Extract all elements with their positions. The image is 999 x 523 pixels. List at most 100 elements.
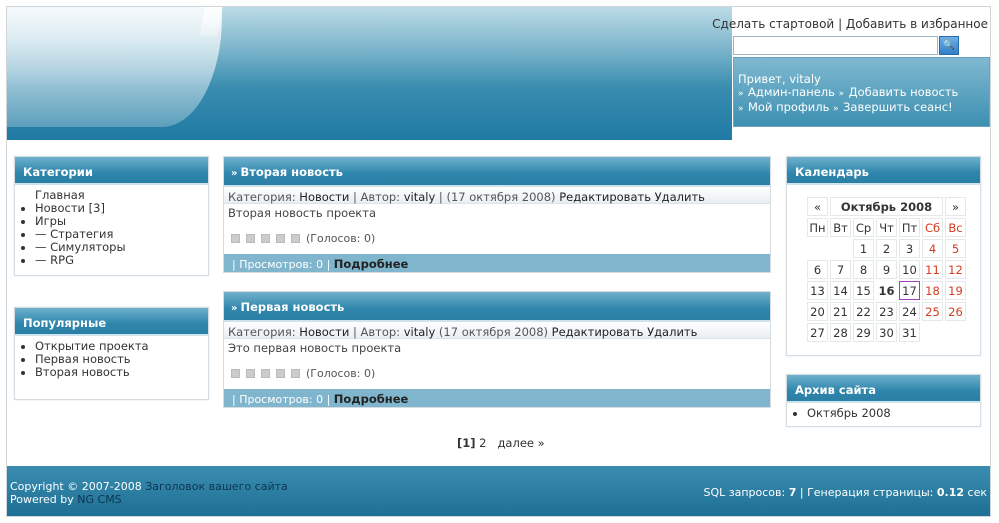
calendar-day[interactable]: 25 [922, 302, 943, 321]
rating-star-icon[interactable] [276, 369, 285, 378]
calendar-day[interactable]: 18 [922, 281, 943, 300]
rating-star-icon[interactable] [291, 369, 300, 378]
calendar-day[interactable]: 21 [830, 302, 851, 321]
calendar-day[interactable]: 5 [945, 239, 966, 258]
calendar-day[interactable]: 12 [945, 260, 966, 279]
sql-queries-count: 7 [788, 486, 797, 499]
popular-item[interactable]: Вторая новость [35, 366, 208, 379]
read-more-link[interactable]: Подробнее [334, 392, 409, 406]
rating-star-icon[interactable] [291, 234, 300, 243]
pagination: [1] 2 далее » [457, 436, 545, 450]
page: Сделать стартовой | Добавить в избранное… [6, 6, 991, 517]
news-title[interactable]: » Первая новость [224, 292, 770, 320]
news-edit-link[interactable]: Редактировать [552, 325, 644, 339]
rating-star-icon[interactable] [261, 369, 270, 378]
calendar-day[interactable]: 28 [830, 323, 851, 342]
rating-star-icon[interactable] [231, 369, 240, 378]
calendar-day[interactable]: 15 [853, 281, 874, 300]
news-body: Это первая новость проекта (Голосов: 0) [224, 339, 770, 389]
calendar-day[interactable]: 31 [899, 323, 920, 342]
calendar-day[interactable]: 19 [945, 281, 966, 300]
news-category-link[interactable]: Новости [299, 190, 349, 204]
calendar-empty-cell [945, 323, 966, 342]
news-author-link[interactable]: vitaly [404, 325, 436, 339]
calendar-prev-month[interactable]: « [807, 197, 828, 216]
footer-cms-link[interactable]: NG CMS [77, 493, 121, 506]
calendar-day[interactable]: 1 [853, 239, 874, 258]
calendar-day[interactable]: 26 [945, 302, 966, 321]
calendar-day[interactable]: 23 [876, 302, 897, 321]
calendar-empty-cell [830, 239, 851, 258]
news-category-link[interactable]: Новости [299, 325, 349, 339]
double-arrow-icon: » [738, 104, 744, 114]
news-delete-link[interactable]: Удалить [655, 190, 705, 204]
news-footer: | Просмотров: 0 | Подробнее [224, 254, 770, 272]
categories-title: Категории [15, 157, 208, 185]
news-title[interactable]: » Вторая новость [224, 157, 770, 185]
calendar-month: Октябрь 2008 [830, 197, 943, 216]
calendar-weekday: Пт [899, 218, 920, 237]
news-author-link[interactable]: vitaly [404, 190, 436, 204]
calendar-day[interactable]: 8 [853, 260, 874, 279]
calendar-day[interactable]: 11 [922, 260, 943, 279]
calendar-day[interactable]: 17 [899, 281, 920, 300]
calendar-day[interactable]: 2 [876, 239, 897, 258]
top-links-separator: | [838, 17, 846, 31]
footer-site-title-link[interactable]: Заголовок вашего сайта [145, 480, 288, 493]
calendar-day[interactable]: 30 [876, 323, 897, 342]
my-profile-link[interactable]: Мой профиль [748, 100, 829, 114]
news-delete-link[interactable]: Удалить [647, 325, 697, 339]
news-text: Вторая новость проекта [228, 206, 376, 220]
news-item: » Вторая новость Категория: Новости | Авт… [223, 156, 771, 273]
rating-star-icon[interactable] [231, 234, 240, 243]
rating-star-icon[interactable] [261, 234, 270, 243]
calendar-weekday: Чт [876, 218, 897, 237]
calendar-day[interactable]: 27 [807, 323, 828, 342]
make-homepage-link[interactable]: Сделать стартовой [712, 17, 834, 31]
double-arrow-icon: » [231, 168, 238, 179]
calendar-day[interactable]: 16 [876, 281, 897, 300]
pager-page-2[interactable]: 2 [479, 436, 486, 450]
calendar-day[interactable]: 13 [807, 281, 828, 300]
double-arrow-icon: » [738, 89, 744, 99]
votes-count: (Голосов: 0) [306, 367, 376, 380]
calendar-weekday: Ср [853, 218, 874, 237]
calendar-day[interactable]: 7 [830, 260, 851, 279]
calendar-next-month[interactable]: » [945, 197, 966, 216]
calendar-table: « Октябрь 2008 » Пн Вт Ср Чт Пт Сб Вс 1 2 3 4 5 6 7 8 9… [805, 195, 968, 344]
calendar-day[interactable]: 9 [876, 260, 897, 279]
header: Сделать стартовой | Добавить в избранное… [7, 7, 990, 140]
calendar-day[interactable]: 22 [853, 302, 874, 321]
calendar-weekday: Вт [830, 218, 851, 237]
news-edit-link[interactable]: Редактировать [559, 190, 651, 204]
calendar-day[interactable]: 6 [807, 260, 828, 279]
calendar-day[interactable]: 20 [807, 302, 828, 321]
category-item[interactable]: — RPG [35, 254, 208, 267]
calendar-day[interactable]: 29 [853, 323, 874, 342]
add-favorites-link[interactable]: Добавить в избранное [846, 17, 988, 31]
logout-link[interactable]: Завершить сеанс! [843, 100, 953, 114]
calendar-day[interactable]: 10 [899, 260, 920, 279]
calendar-day[interactable]: 24 [899, 302, 920, 321]
header-gloss [7, 7, 222, 127]
rating-star-icon[interactable] [246, 369, 255, 378]
add-news-link[interactable]: Добавить новость [849, 85, 959, 99]
calendar-day[interactable]: 14 [830, 281, 851, 300]
pager-next[interactable]: далее » [497, 436, 544, 450]
read-more-link[interactable]: Подробнее [334, 257, 409, 271]
archive-list: Октябрь 2008 [787, 403, 980, 420]
archive-item[interactable]: Октябрь 2008 [807, 407, 980, 420]
calendar-empty-cell [922, 323, 943, 342]
header-right-panel: Сделать стартовой | Добавить в избранное… [712, 7, 990, 140]
categories-block: Категории Главная Новости [3] Игры — Стр… [14, 156, 209, 276]
rating-star-icon[interactable] [246, 234, 255, 243]
rating-star-icon[interactable] [276, 234, 285, 243]
news-date: (17 октября 2008) [438, 325, 549, 339]
calendar-day[interactable]: 3 [899, 239, 920, 258]
calendar-day[interactable]: 4 [922, 239, 943, 258]
search-input[interactable] [733, 36, 938, 55]
search-button[interactable]: 🔍 [939, 36, 959, 55]
admin-panel-link[interactable]: Админ-панель [748, 85, 835, 99]
views-count: | Просмотров: 0 | [232, 258, 331, 271]
pager-current: [1] [457, 436, 476, 450]
